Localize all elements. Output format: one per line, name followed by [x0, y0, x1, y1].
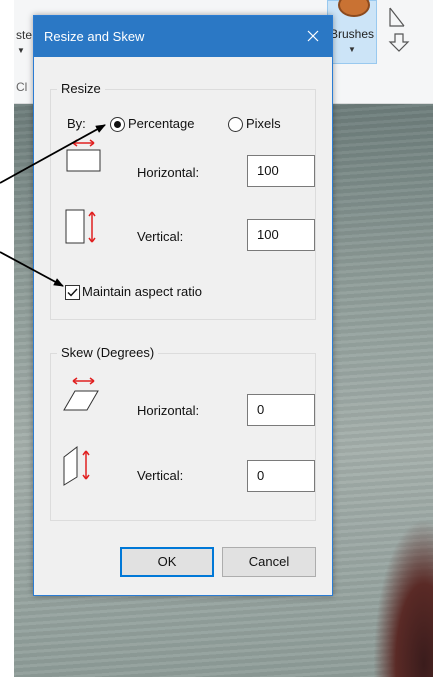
- annotation-arrow: [0, 124, 106, 184]
- annotation-overlay: [0, 124, 106, 287]
- annotation-arrow: [0, 251, 64, 287]
